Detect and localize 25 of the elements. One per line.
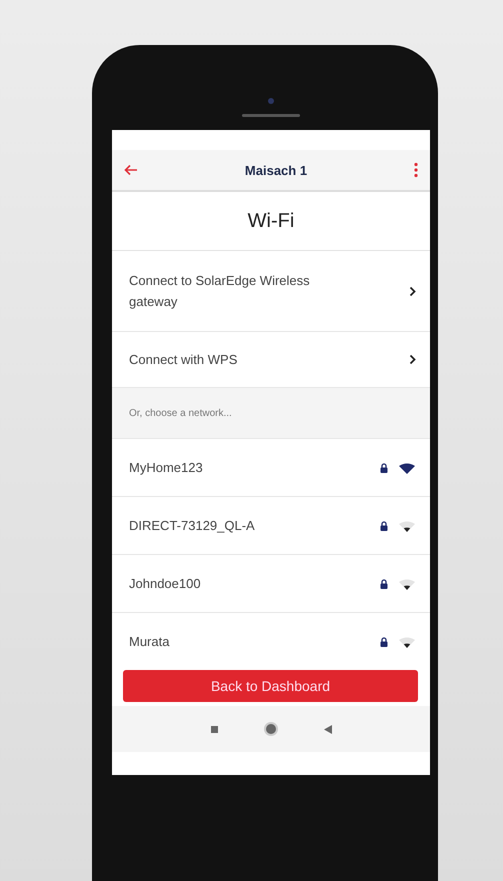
back-to-dashboard-button[interactable]: Back to Dashboard bbox=[123, 670, 418, 702]
camera-dot bbox=[268, 98, 274, 104]
wifi-signal-icon bbox=[398, 520, 416, 532]
network-name: DIRECT-73129_QL-A bbox=[129, 518, 255, 533]
option-row[interactable]: Connect to SolarEdge Wireless gateway bbox=[112, 251, 430, 332]
back-triangle-icon[interactable] bbox=[324, 724, 332, 734]
network-name: MyHome123 bbox=[129, 460, 203, 475]
home-icon[interactable] bbox=[266, 724, 276, 734]
app-bar-title: Maisach 1 bbox=[244, 162, 308, 178]
wifi-signal-icon bbox=[398, 636, 416, 648]
network-row[interactable]: Johndoe100 bbox=[112, 555, 430, 613]
wifi-signal-icon bbox=[398, 462, 416, 474]
chevron-right-icon bbox=[409, 354, 416, 365]
network-row[interactable]: DIRECT-73129_QL-A bbox=[112, 497, 430, 555]
network-name: Johndoe100 bbox=[129, 576, 201, 591]
speaker-grille bbox=[242, 114, 300, 117]
chevron-right-icon bbox=[409, 286, 416, 296]
page-title: Wi-Fi bbox=[112, 192, 430, 251]
network-name: Murata bbox=[129, 634, 170, 649]
more-options-icon[interactable] bbox=[414, 162, 418, 178]
back-arrow-icon[interactable] bbox=[124, 164, 138, 176]
section-hint: Or, choose a network... bbox=[112, 388, 430, 439]
recent-apps-icon[interactable] bbox=[210, 726, 218, 732]
wifi-signal-icon bbox=[398, 578, 416, 590]
network-row[interactable]: MyHome123 bbox=[112, 439, 430, 497]
